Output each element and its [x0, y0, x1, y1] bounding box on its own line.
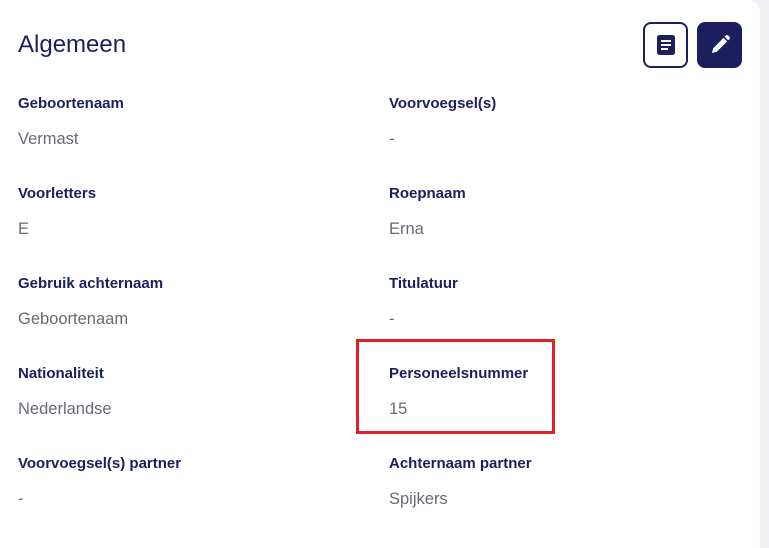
field-geboortenaam: Geboortenaam Vermast — [18, 95, 124, 149]
field-label: Nationaliteit — [18, 365, 104, 382]
field-label: Achternaam partner — [389, 455, 532, 472]
field-label: Titulatuur — [389, 275, 458, 292]
field-label: Voorvoegsel(s) partner — [18, 455, 182, 472]
field-label: Roepnaam — [389, 185, 466, 202]
field-value: - — [18, 490, 24, 508]
field-value: - — [389, 310, 395, 328]
document-icon — [656, 35, 675, 55]
field-value: 15 — [389, 400, 408, 418]
field-value: E — [18, 220, 30, 238]
field-nationaliteit: Nationaliteit Nederlandse — [18, 365, 112, 419]
field-label: Gebruik achternaam — [18, 275, 164, 292]
field-label: Geboortenaam — [18, 95, 124, 112]
field-value: Spijkers — [389, 490, 448, 508]
field-value: - — [389, 130, 395, 148]
field-value: Vermast — [18, 130, 79, 148]
general-info-card: Algemeen Geboortenaam Vermast Voorvoegse… — [0, 0, 760, 548]
field-voorletters: Voorletters E — [18, 185, 96, 239]
section-title: Algemeen — [18, 31, 127, 58]
field-value: Geboortenaam — [18, 310, 129, 328]
field-achternaam-partner: Achternaam partner Spijkers — [389, 455, 532, 509]
field-label: Personeelsnummer — [389, 365, 529, 382]
field-titulatuur: Titulatuur - — [389, 275, 458, 329]
field-value: Nederlandse — [18, 400, 112, 418]
edit-button[interactable] — [697, 22, 742, 68]
field-label: Voorvoegsel(s) — [389, 95, 497, 112]
field-label: Voorletters — [18, 185, 97, 202]
field-voorvoegsels: Voorvoegsel(s) - — [389, 95, 496, 149]
field-roepnaam: Roepnaam Erna — [389, 185, 466, 239]
field-value: Erna — [389, 220, 424, 238]
field-personeelsnummer: Personeelsnummer 15 — [389, 365, 528, 419]
field-voorvoegsels-partner: Voorvoegsel(s) partner - — [18, 455, 181, 509]
field-gebruik-achternaam: Gebruik achternaam Geboortenaam — [18, 275, 163, 329]
notes-button[interactable] — [643, 22, 688, 68]
pencil-icon — [711, 35, 730, 53]
